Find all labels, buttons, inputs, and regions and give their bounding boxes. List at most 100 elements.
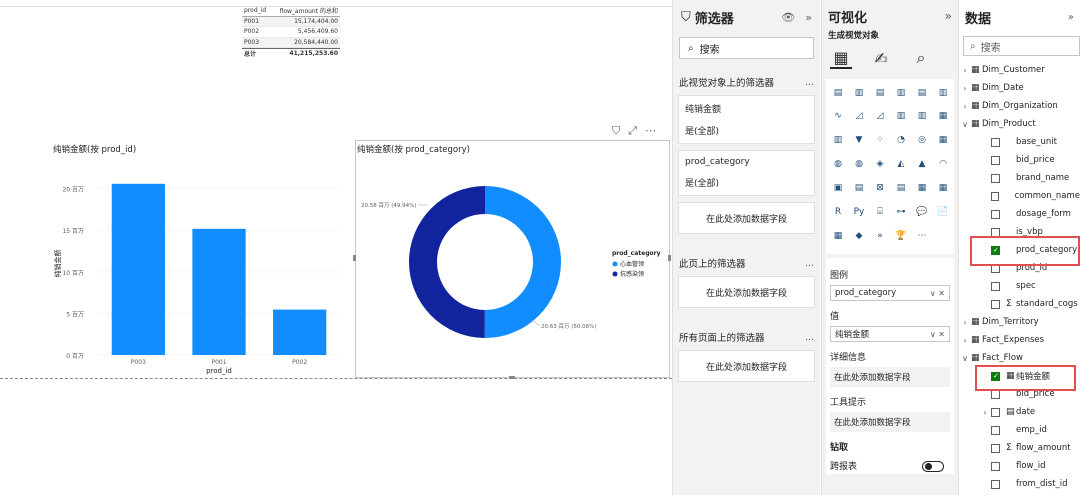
field-node[interactable]: › ▤ date bbox=[959, 403, 1080, 421]
chevron-down-icon[interactable]: ∨ bbox=[959, 120, 971, 129]
more-options-icon[interactable]: ... bbox=[805, 332, 814, 343]
field-checkbox[interactable] bbox=[991, 209, 1000, 219]
chevron-right-icon[interactable]: › bbox=[959, 84, 971, 93]
analytics-tab-icon[interactable]: ⌕ bbox=[910, 47, 932, 69]
field-node[interactable]: brand_name bbox=[959, 169, 1080, 187]
area-icon[interactable]: ◿ bbox=[851, 109, 867, 124]
100-column-icon[interactable]: ▥ bbox=[935, 85, 951, 100]
field-node[interactable]: bid_price bbox=[959, 151, 1080, 169]
collapse-chevron-icon[interactable]: » bbox=[945, 9, 952, 23]
filter-card-amount[interactable]: 纯销金额 是(全部) bbox=[678, 95, 815, 144]
line-icon[interactable]: ∿ bbox=[830, 109, 846, 124]
more-options-icon[interactable]: ⋯ bbox=[645, 124, 656, 138]
bar[interactable] bbox=[273, 309, 327, 355]
field-node[interactable]: common_name bbox=[959, 187, 1080, 205]
line-column-icon[interactable]: ▥ bbox=[893, 109, 909, 124]
stacked-bar-icon[interactable]: ▤ bbox=[830, 85, 846, 100]
add-report-filter-drop[interactable]: 在此处添加数据字段 bbox=[678, 350, 815, 382]
field-node[interactable]: from_dist_id bbox=[959, 475, 1080, 493]
field-checkbox[interactable] bbox=[991, 173, 1000, 183]
field-node[interactable]: emp_id bbox=[959, 421, 1080, 439]
map-icon[interactable]: ◍ bbox=[830, 157, 846, 172]
stacked-column-icon[interactable]: ▥ bbox=[851, 85, 867, 100]
multirow-card-icon[interactable]: ▤ bbox=[851, 180, 867, 195]
ribbon-icon[interactable]: ▦ bbox=[935, 109, 951, 124]
waterfall-icon[interactable]: ▥ bbox=[830, 133, 846, 148]
chevron-down-icon[interactable]: ∨ bbox=[959, 354, 971, 363]
matrix-icon[interactable]: ▦ bbox=[935, 180, 951, 195]
bar[interactable] bbox=[111, 183, 165, 355]
line-clustered-icon[interactable]: ▥ bbox=[914, 109, 930, 124]
key-influencers-icon[interactable]: ⌸ bbox=[872, 204, 888, 219]
field-checkbox[interactable] bbox=[991, 407, 1000, 417]
add-page-filter-drop[interactable]: 在此处添加数据字段 bbox=[678, 276, 815, 308]
more-icon[interactable]: ⋯ bbox=[914, 228, 930, 243]
add-visual-filter-drop[interactable]: 在此处添加数据字段 bbox=[678, 202, 815, 234]
azure-map-icon[interactable]: ◭ bbox=[893, 157, 909, 172]
chevron-right-icon[interactable]: › bbox=[959, 336, 971, 345]
table-node[interactable]: › ▦ Dim_Customer bbox=[959, 61, 1080, 79]
donut-slice[interactable] bbox=[409, 186, 485, 338]
metrics-icon[interactable]: 🏆 bbox=[893, 228, 909, 243]
values-well-field[interactable]: 纯销金额 ∨ ✕ bbox=[830, 326, 950, 342]
filled-map-icon[interactable]: ◍ bbox=[851, 157, 867, 172]
field-node[interactable]: Σflow_amount bbox=[959, 439, 1080, 457]
field-node[interactable]: base_unit bbox=[959, 133, 1080, 151]
field-checkbox[interactable] bbox=[991, 191, 999, 201]
clustered-bar-icon[interactable]: ▤ bbox=[872, 85, 888, 100]
legend-well-field[interactable]: prod_category ∨ ✕ bbox=[830, 285, 950, 301]
more-options-icon[interactable]: ... bbox=[805, 77, 814, 88]
collapse-chevron-icon[interactable]: » bbox=[805, 11, 812, 24]
report-canvas[interactable]: prod_id flow_amount 的总和 P001 15,174,404.… bbox=[0, 0, 672, 495]
power-automate-icon[interactable]: » bbox=[872, 228, 888, 243]
field-node[interactable]: Σstandard_cogs bbox=[959, 295, 1080, 313]
filter-icon[interactable]: ⛉ bbox=[612, 124, 620, 138]
field-checkbox[interactable] bbox=[991, 137, 1000, 147]
field-checkbox[interactable] bbox=[991, 479, 1000, 489]
shape-map-icon[interactable]: ◈ bbox=[872, 157, 888, 172]
chevron-right-icon[interactable]: › bbox=[959, 318, 971, 327]
donut-icon[interactable]: ◎ bbox=[914, 133, 930, 148]
filters-search-input[interactable]: ⌕ 搜索 bbox=[679, 37, 814, 59]
cross-report-toggle[interactable] bbox=[921, 461, 944, 472]
collapse-chevron-icon[interactable]: » bbox=[1068, 12, 1074, 23]
field-checkbox[interactable] bbox=[991, 425, 1000, 435]
field-checkbox[interactable] bbox=[991, 155, 1000, 165]
donut-chart[interactable]: 20.63 百万 (50.06%) 20.58 百万 (49.94%) prod_c… bbox=[356, 160, 668, 376]
smart-narrative-icon[interactable]: 📄 bbox=[935, 204, 951, 219]
field-checkbox[interactable] bbox=[991, 299, 1000, 309]
table-node[interactable]: › ▦ Fact_Expenses bbox=[959, 331, 1080, 349]
field-checkbox[interactable] bbox=[991, 443, 1000, 453]
eye-icon[interactable]: 👁 bbox=[781, 11, 795, 24]
filter-card-category[interactable]: prod_category 是(全部) bbox=[678, 150, 815, 196]
table-visual[interactable]: prod_id flow_amount 的总和 P001 15,174,404.… bbox=[242, 6, 340, 59]
slicer-icon[interactable]: ▤ bbox=[893, 180, 909, 195]
more-options-icon[interactable]: ... bbox=[805, 258, 814, 269]
data-search-input[interactable]: ⌕ 搜索 bbox=[963, 36, 1080, 56]
r-visual-icon[interactable]: R bbox=[830, 204, 846, 219]
chevron-right-icon[interactable]: › bbox=[959, 66, 971, 75]
power-apps-icon[interactable]: ◆ bbox=[851, 228, 867, 243]
format-visual-tab-icon[interactable]: ✍ bbox=[870, 47, 892, 69]
chevron-down-icon[interactable]: ∨ ✕ bbox=[930, 289, 949, 298]
100-bar-icon[interactable]: ▤ bbox=[914, 85, 930, 100]
table-node[interactable]: › ▦ Dim_Territory bbox=[959, 313, 1080, 331]
arcgis-icon[interactable]: ▲ bbox=[914, 157, 930, 172]
card-icon[interactable]: ▣ bbox=[830, 180, 846, 195]
stacked-area-icon[interactable]: ◿ bbox=[872, 109, 888, 124]
field-node[interactable]: dosage_form bbox=[959, 205, 1080, 223]
focus-mode-icon[interactable]: ⤢ bbox=[628, 124, 637, 138]
build-visual-tab-icon[interactable]: ▦ bbox=[830, 47, 852, 69]
qa-icon[interactable]: 💬 bbox=[914, 204, 930, 219]
field-checkbox[interactable] bbox=[991, 461, 1000, 471]
chevron-right-icon[interactable]: › bbox=[959, 102, 971, 111]
field-node[interactable]: flow_id bbox=[959, 457, 1080, 475]
resize-handle[interactable] bbox=[668, 255, 671, 261]
table-node[interactable]: › ▦ Dim_Date bbox=[959, 79, 1080, 97]
scatter-icon[interactable]: ⁘ bbox=[872, 133, 888, 148]
gauge-icon[interactable]: ◠ bbox=[935, 157, 951, 172]
pie-icon[interactable]: ◔ bbox=[893, 133, 909, 148]
chevron-down-icon[interactable]: ∨ ✕ bbox=[930, 330, 949, 339]
table-icon[interactable]: ▦ bbox=[914, 180, 930, 195]
table-node[interactable]: ∨ ▦ Dim_Product bbox=[959, 115, 1080, 133]
